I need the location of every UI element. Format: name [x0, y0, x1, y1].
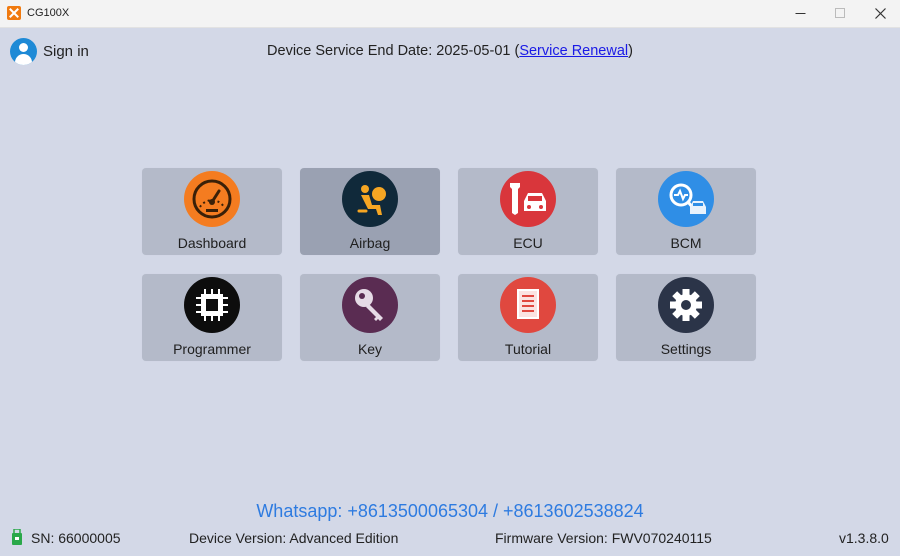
- service-end-date-text: Device Service End Date: 2025-05-01 (: [267, 43, 520, 59]
- maximize-icon: [835, 8, 845, 18]
- device-version: Device Version: Advanced Edition: [189, 530, 399, 546]
- minimize-icon: [795, 13, 806, 14]
- chip-icon: [184, 277, 240, 333]
- airbag-icon: [342, 171, 398, 227]
- tile-label: Dashboard: [177, 235, 247, 251]
- service-renewal-link[interactable]: Service Renewal: [519, 43, 628, 59]
- tile-label: Programmer: [173, 341, 251, 357]
- tile-label: Settings: [660, 341, 712, 357]
- tile-key[interactable]: Key: [300, 274, 440, 361]
- tile-label: Airbag: [349, 235, 391, 251]
- gear-icon: [658, 277, 714, 333]
- app-logo-icon: [7, 6, 21, 20]
- tile-tutorial[interactable]: Tutorial: [458, 274, 598, 361]
- firmware-version: Firmware Version: FWV070240115: [495, 530, 712, 546]
- tile-label: BCM: [670, 235, 702, 251]
- usb-device-icon: [12, 529, 22, 545]
- tile-ecu[interactable]: ECU: [458, 168, 598, 255]
- close-icon: [875, 8, 886, 19]
- tile-programmer[interactable]: Programmer: [142, 274, 282, 361]
- title-bar: CG100X: [0, 0, 900, 28]
- minimize-button[interactable]: [778, 0, 822, 27]
- car-diagnostic-icon: [658, 171, 714, 227]
- service-end-date: Device Service End Date: 2025-05-01 (Ser…: [267, 43, 633, 59]
- whatsapp-contact: Whatsapp: +8613500065304 / +861360253882…: [256, 501, 644, 521]
- tile-bcm[interactable]: BCM: [616, 168, 756, 255]
- tile-label: ECU: [513, 235, 543, 251]
- key-icon: [342, 277, 398, 333]
- app-version: v1.3.8.0: [839, 530, 889, 546]
- close-button[interactable]: [858, 0, 900, 27]
- tile-settings[interactable]: Settings: [616, 274, 756, 361]
- maximize-button[interactable]: [818, 0, 862, 27]
- speedometer-icon: [184, 171, 240, 227]
- tile-airbag[interactable]: Airbag: [300, 168, 440, 255]
- wrench-car-icon: [500, 171, 556, 227]
- window-title: CG100X: [27, 7, 70, 19]
- tile-label: Tutorial: [504, 341, 552, 357]
- serial-number: SN: 66000005: [31, 530, 121, 546]
- tile-label: Key: [357, 341, 383, 357]
- document-icon: [500, 277, 556, 333]
- tile-dashboard[interactable]: Dashboard: [142, 168, 282, 255]
